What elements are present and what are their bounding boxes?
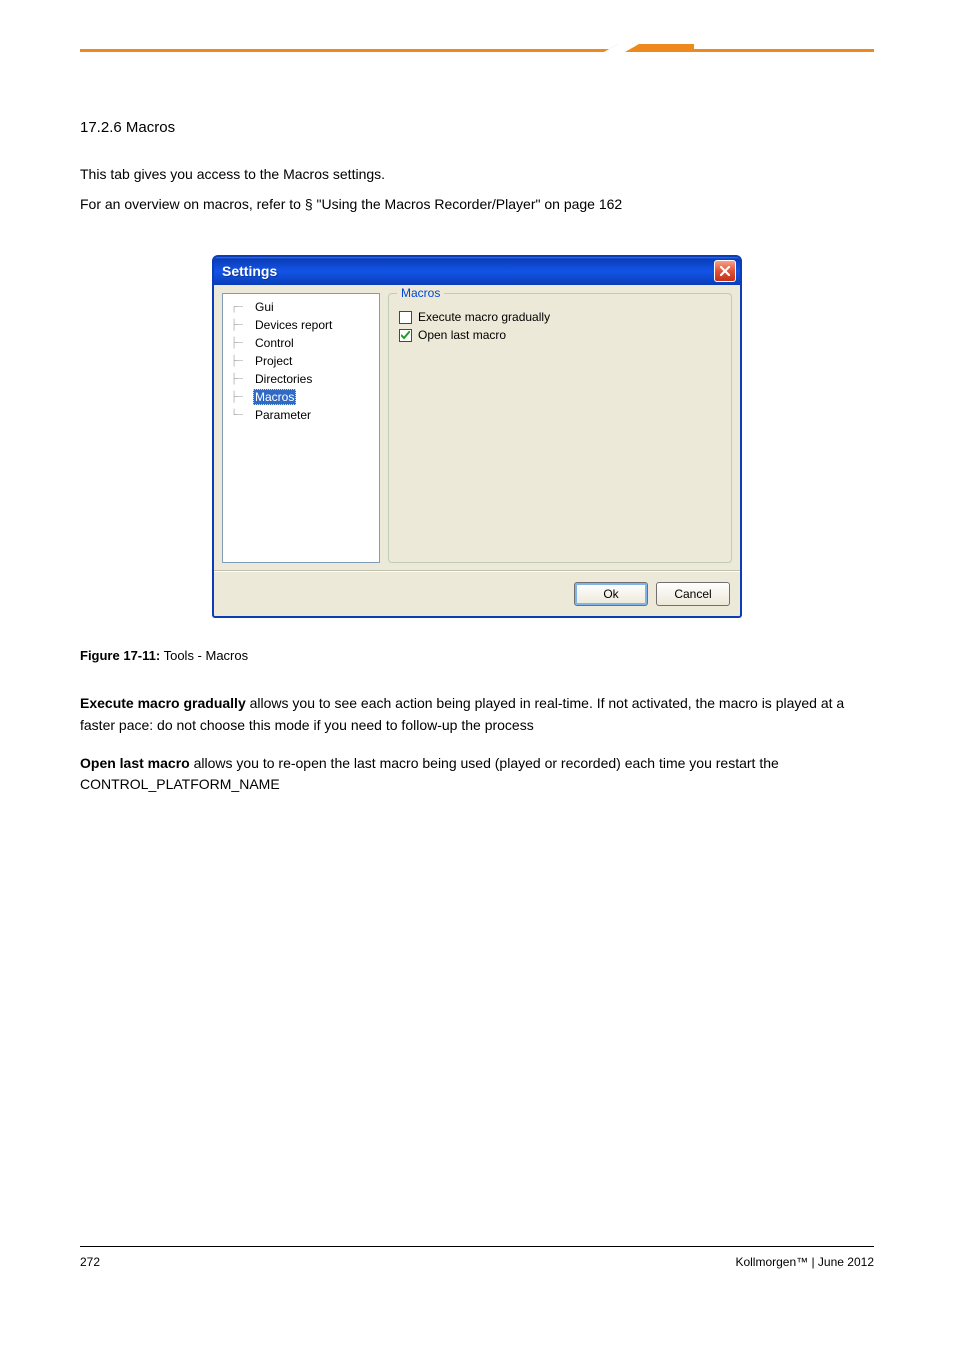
dialog-button-bar: Ok Cancel: [214, 571, 740, 616]
section-number: 17.2.6: [80, 119, 122, 136]
option-name-1: Execute macro gradually: [80, 695, 246, 711]
tree-branch-icon: ├┄: [231, 374, 249, 385]
tree-item-gui[interactable]: ┌┄ Gui: [225, 298, 377, 316]
footer-right: Kollmorgen™ | June 2012: [735, 1255, 874, 1269]
tree-item-parameter[interactable]: └┄ Parameter: [225, 406, 377, 424]
tree-branch-icon: ├┄: [231, 320, 249, 331]
cancel-button[interactable]: Cancel: [656, 582, 730, 606]
macros-groupbox: Macros Execute macro gradually Open last…: [388, 293, 732, 563]
section-heading: 17.2.6 Macros: [80, 119, 874, 136]
close-button[interactable]: [714, 260, 736, 282]
tree-item-project[interactable]: ├┄ Project: [225, 352, 377, 370]
figure-caption: Figure 17-11: Tools - Macros: [80, 648, 874, 663]
option-description-2: Open last macro allows you to re-open th…: [80, 753, 874, 796]
close-icon: [719, 265, 731, 277]
groupbox-title: Macros: [397, 286, 444, 300]
dialog-title: Settings: [222, 263, 277, 279]
intro-p2: For an overview on macros, refer to § "U…: [80, 194, 874, 216]
intro-text: This tab gives you access to the Macros …: [80, 164, 874, 215]
tree-branch-icon: ├┄: [231, 338, 249, 349]
settings-tree[interactable]: ┌┄ Gui ├┄ Devices report ├┄ Control ├┄ P…: [222, 293, 380, 563]
header-rule: [80, 49, 874, 59]
tree-branch-icon: ┌┄: [231, 302, 249, 313]
intro-link[interactable]: § "Using the Macros Recorder/Player" on …: [305, 196, 622, 212]
tree-branch-icon: ├┄: [231, 392, 249, 403]
tree-item-devices-report[interactable]: ├┄ Devices report: [225, 316, 377, 334]
figure-area: Settings ┌┄ Gui ├┄ Devices report: [80, 255, 874, 618]
footer-page-number: 272: [80, 1255, 100, 1269]
settings-panel: Macros Execute macro gradually Open last…: [388, 293, 732, 563]
dialog-titlebar[interactable]: Settings: [214, 257, 740, 285]
checkbox-execute-gradually-row[interactable]: Execute macro gradually: [399, 310, 721, 324]
tree-branch-icon: ├┄: [231, 356, 249, 367]
intro-p1: This tab gives you access to the Macros …: [80, 164, 874, 186]
tree-item-directories[interactable]: ├┄ Directories: [225, 370, 377, 388]
page-footer: 272 Kollmorgen™ | June 2012: [80, 1246, 874, 1269]
settings-dialog: Settings ┌┄ Gui ├┄ Devices report: [212, 255, 742, 618]
ok-button[interactable]: Ok: [574, 582, 648, 606]
option-description-1: Execute macro gradually allows you to se…: [80, 693, 874, 736]
tree-item-macros[interactable]: ├┄ Macros: [225, 388, 377, 406]
checkbox-label: Execute macro gradually: [418, 310, 550, 324]
tree-branch-icon: └┄: [231, 410, 249, 421]
section-title[interactable]: Macros: [126, 119, 175, 136]
figure-text: Tools - Macros: [164, 648, 249, 663]
checkbox-open-last-macro-row[interactable]: Open last macro: [399, 328, 721, 342]
option-name-2: Open last macro: [80, 755, 190, 771]
checkbox-label: Open last macro: [418, 328, 506, 342]
figure-label: Figure 17-11:: [80, 648, 160, 663]
checkbox-open-last-macro[interactable]: [399, 329, 412, 342]
tree-item-control[interactable]: ├┄ Control: [225, 334, 377, 352]
checkbox-execute-gradually[interactable]: [399, 311, 412, 324]
